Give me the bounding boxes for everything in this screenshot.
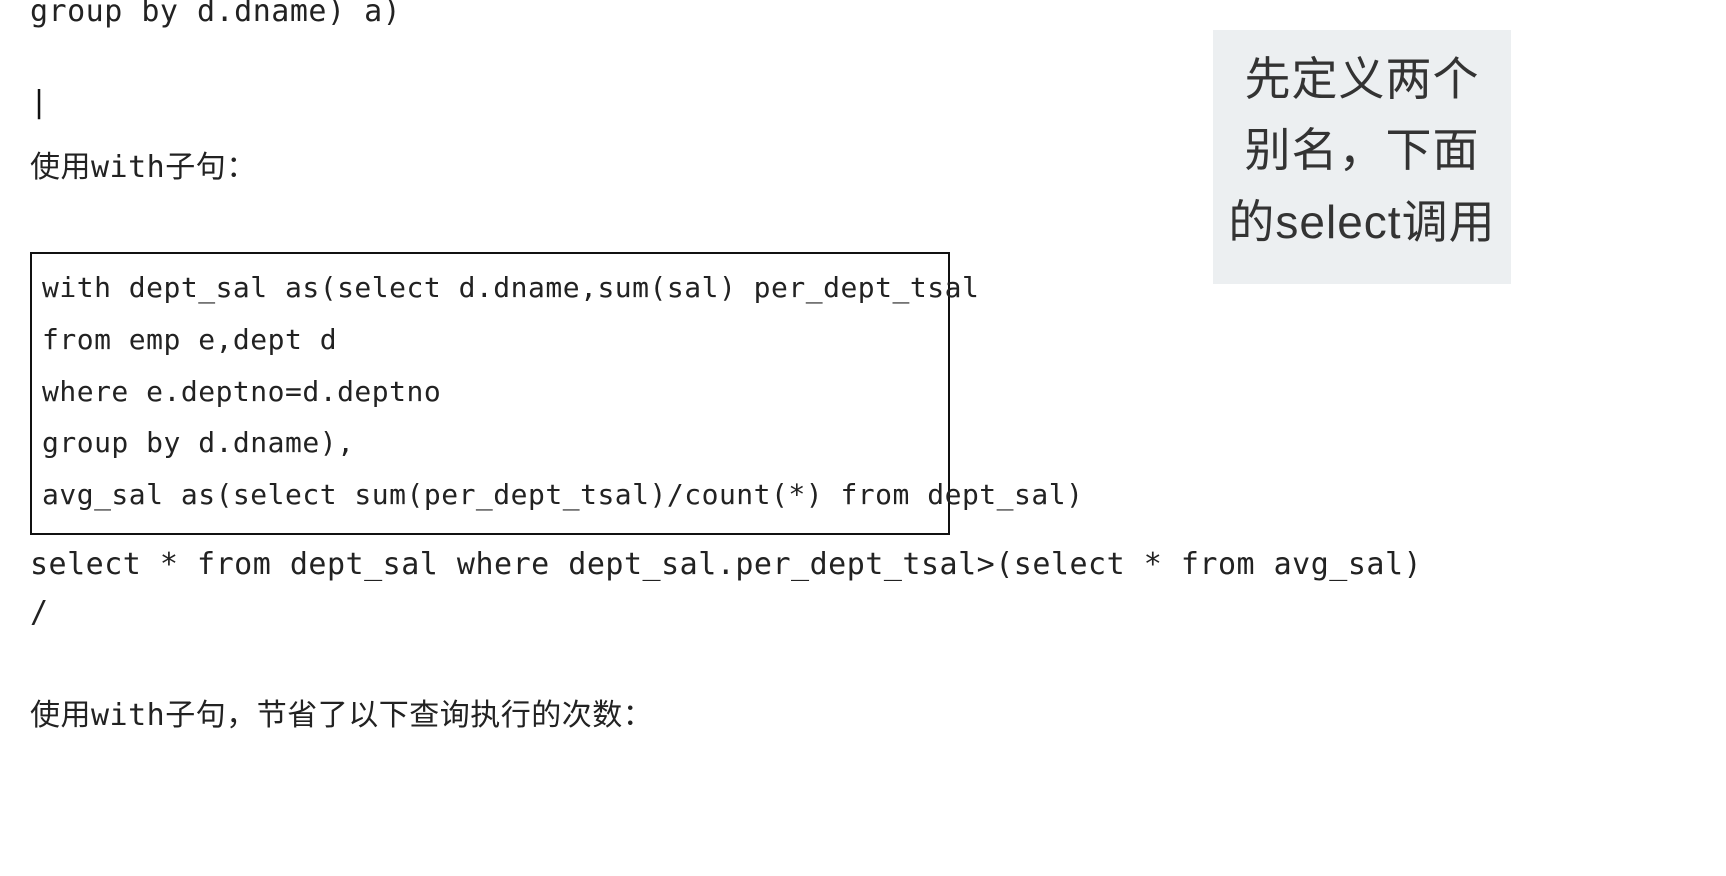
code-box-with-clause: with dept_sal as(select d.dname,sum(sal)… — [30, 252, 950, 535]
code-line: group by d.dname), — [42, 417, 938, 469]
code-line: with dept_sal as(select d.dname,sum(sal)… — [42, 262, 938, 314]
code-line: avg_sal as(select sum(per_dept_tsal)/cou… — [42, 469, 938, 521]
code-line-select: select * from dept_sal where dept_sal.pe… — [30, 541, 1696, 589]
annotation-callout: 先定义两个别名，下面的select调用 — [1213, 30, 1511, 284]
annotation-text: 先定义两个别名，下面的select调用 — [1228, 53, 1495, 248]
code-line-slash: / — [30, 589, 1696, 637]
heading-savings: 使用with子句，节省了以下查询执行的次数： — [30, 692, 1696, 740]
code-line: from emp e,dept d — [42, 314, 938, 366]
code-line: where e.deptno=d.deptno — [42, 366, 938, 418]
